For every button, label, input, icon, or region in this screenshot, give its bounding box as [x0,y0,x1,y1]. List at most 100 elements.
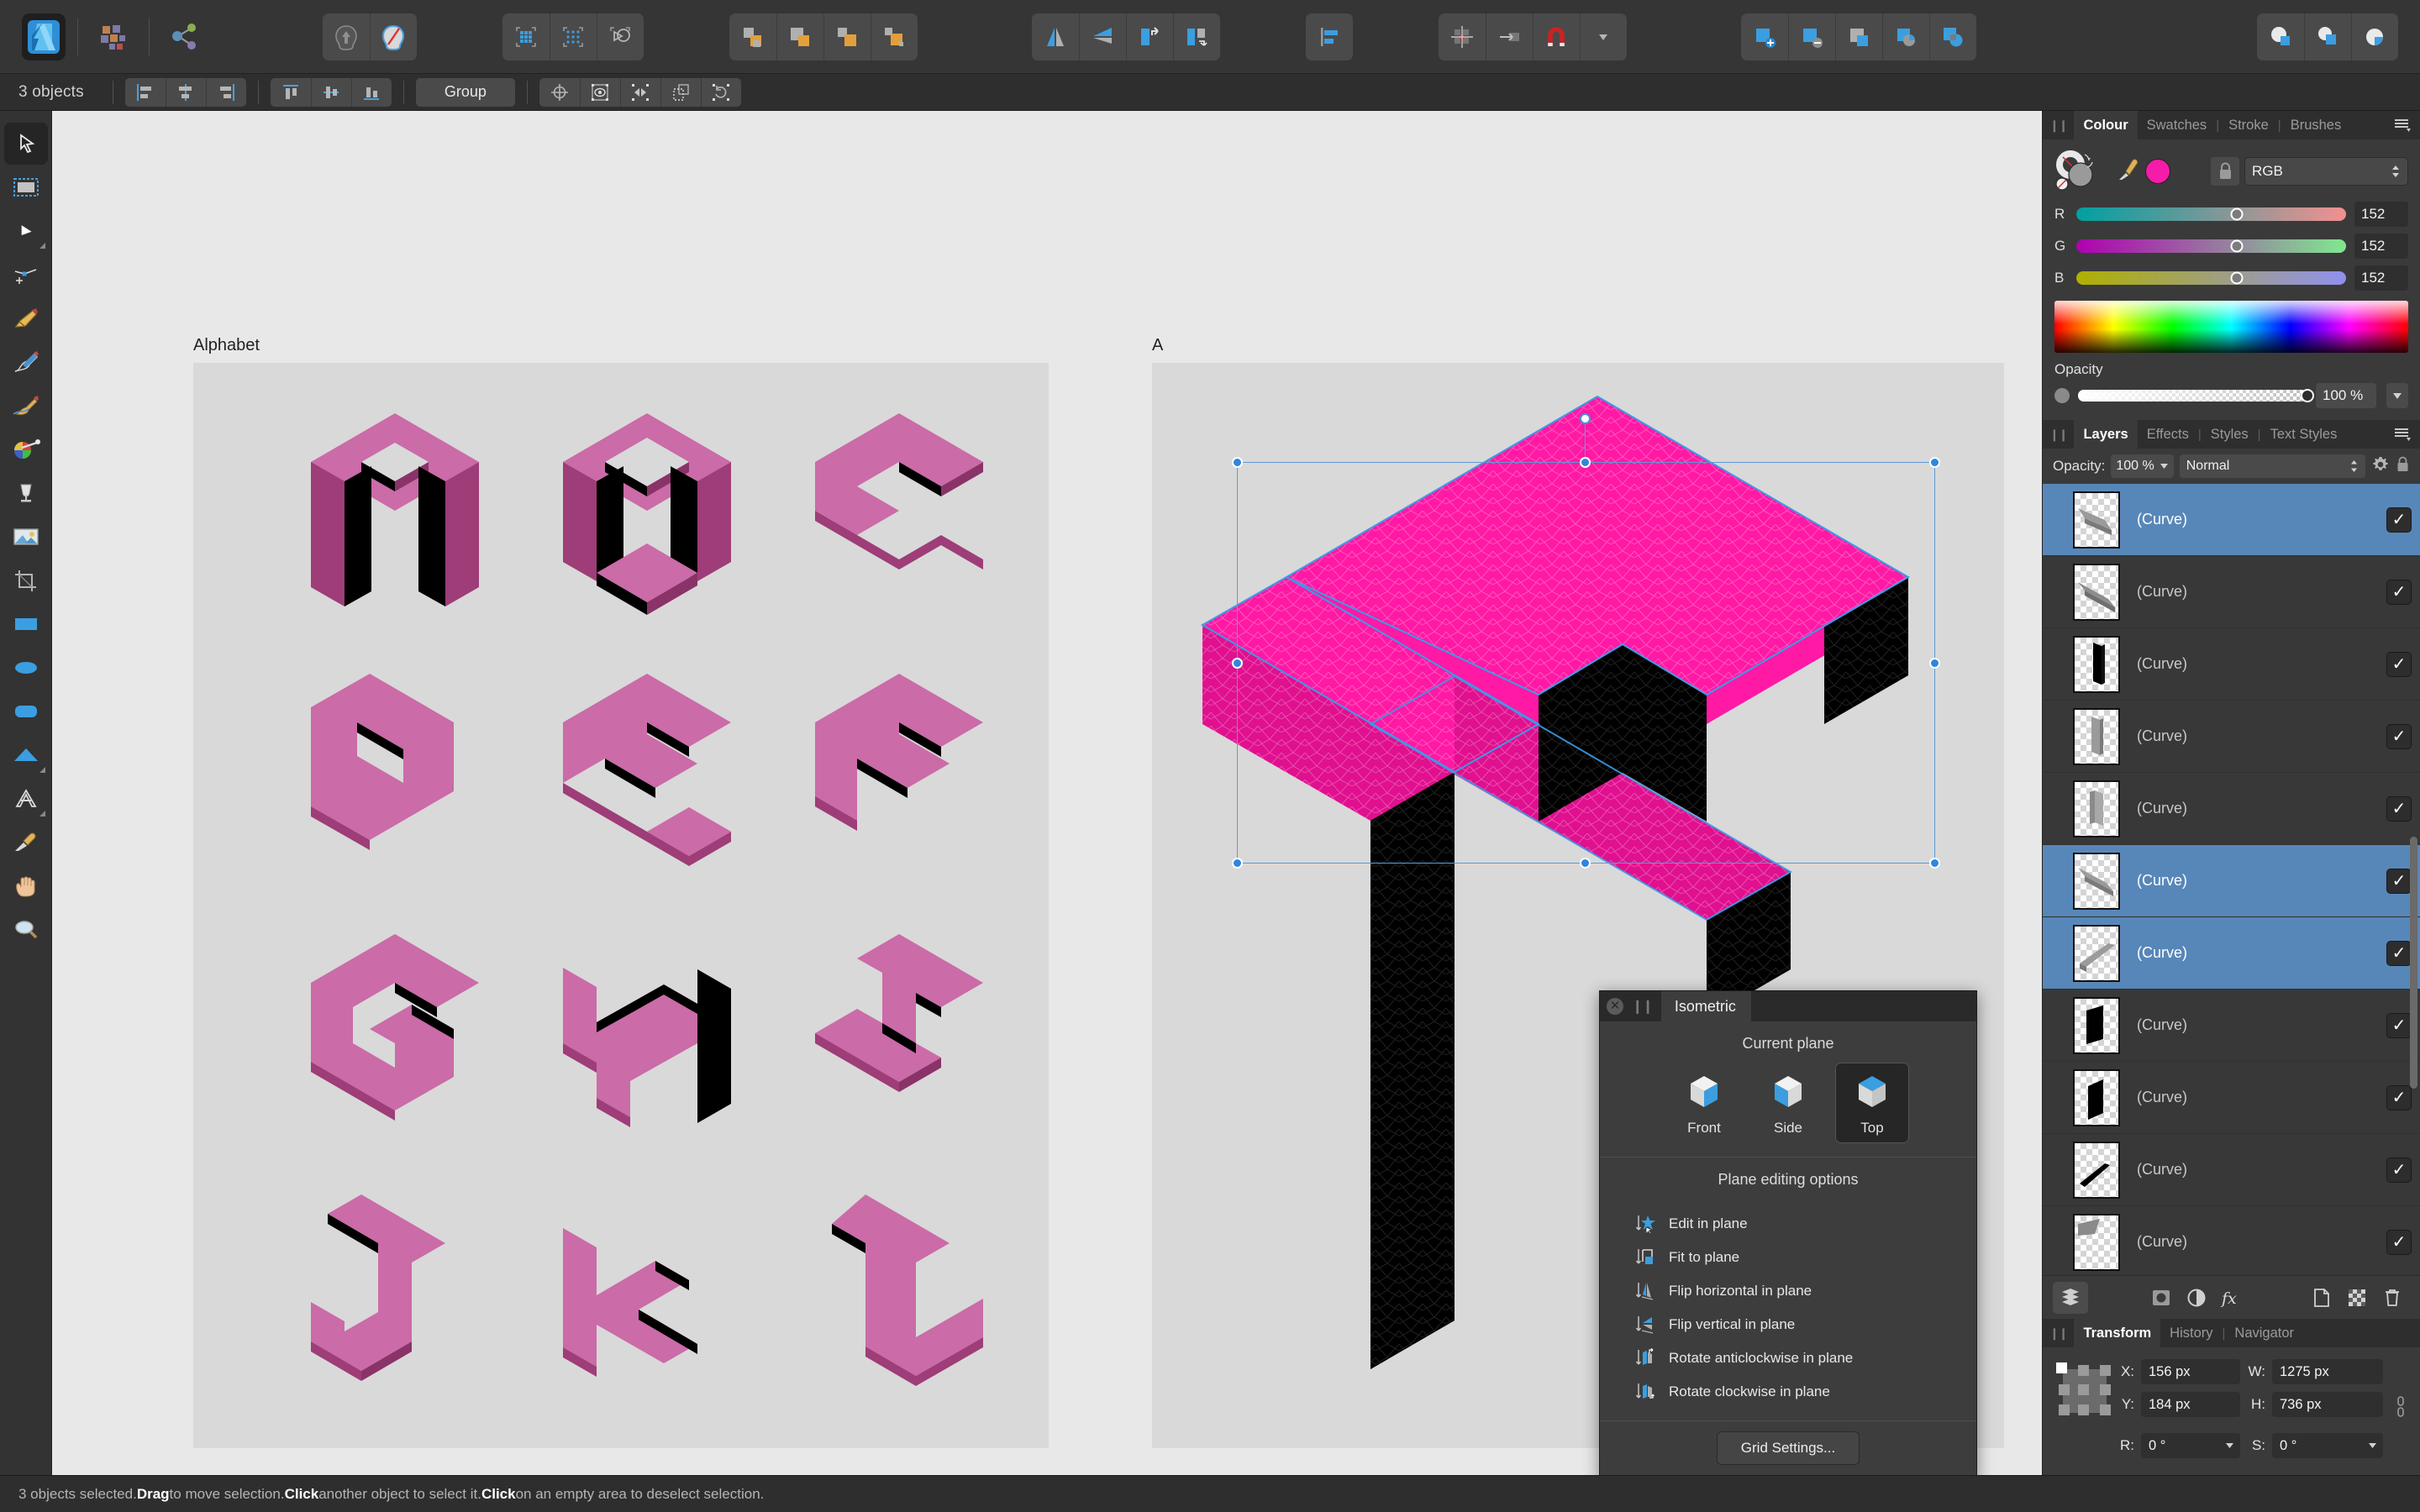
anchor-top-right[interactable] [2100,1365,2111,1376]
h-field[interactable]: 736 px [2272,1392,2383,1417]
mirror-button[interactable] [619,77,660,107]
layer-visibility-checkbox[interactable]: ✓ [2386,1157,2412,1183]
anchor-top-left[interactable] [2056,1362,2067,1373]
align-right-button[interactable] [205,77,246,107]
add-layer-button[interactable] [1741,13,1788,60]
fit-to-plane-option[interactable]: Fit to plane [1600,1241,1976,1274]
flip-vertical-in-plane-option[interactable]: Flip vertical in plane [1600,1308,1976,1341]
ellipse-tool[interactable] [4,647,48,689]
tab-colour[interactable]: Colour [2074,111,2138,139]
triangle-tool[interactable] [4,734,48,776]
effects-button[interactable]: fx [2214,1282,2249,1314]
expand-stroke-button[interactable] [323,13,370,60]
layer-visibility-checkbox[interactable]: ✓ [2386,795,2412,822]
layer-visibility-checkbox[interactable]: ✓ [2386,651,2412,677]
channel-g-slider[interactable] [2076,239,2346,253]
geometry-button[interactable] [597,13,644,60]
layer-visibility-checkbox[interactable]: ✓ [2386,507,2412,533]
y-field[interactable]: 184 px [2141,1392,2240,1417]
live-filter-button[interactable] [2179,1282,2214,1314]
layer-visibility-checkbox[interactable]: ✓ [2386,579,2412,605]
rotate-clockwise-in-plane-option[interactable]: Rotate clockwise in plane [1600,1375,1976,1409]
plane-top[interactable]: Top [1835,1063,1909,1143]
rotate-anticlockwise-in-plane-option[interactable]: Rotate anticlockwise in plane [1600,1341,1976,1375]
pencil-tool[interactable] [4,341,48,383]
artboard-alphabet[interactable] [193,363,1049,1448]
plane-side[interactable]: Side [1751,1063,1825,1143]
handle-bottom-left[interactable] [1232,858,1243,869]
flip-vertical-button[interactable] [1079,13,1126,60]
anchor-middle-right[interactable] [2100,1384,2111,1395]
snapping-candidates-button[interactable] [1439,13,1486,60]
table-row[interactable]: (Curve) ✓ [2043,556,2420,628]
zoom-tool[interactable] [4,909,48,951]
anchor-bottom-left[interactable] [2059,1404,2070,1415]
handle-top-left[interactable] [1232,457,1243,468]
table-row[interactable]: (Curve) ✓ [2043,628,2420,701]
colour-picker-button[interactable] [2117,157,2142,186]
transparency-tool[interactable] [4,472,48,514]
w-field[interactable]: 1275 px [2272,1359,2383,1384]
anchor-middle-left[interactable] [2059,1384,2070,1395]
intersect-button[interactable] [823,13,871,60]
snapping-move-button[interactable] [1486,13,1533,60]
layers-scrollbar[interactable] [2410,837,2417,1089]
handle-top-right[interactable] [1929,457,1940,468]
table-row[interactable]: (Curve) ✓ [2043,773,2420,845]
flip-horizontal-in-plane-option[interactable]: Flip horizontal in plane [1600,1274,1976,1308]
reset-transform-button[interactable] [700,77,741,107]
tab-history[interactable]: History [2160,1319,2222,1347]
add-button[interactable] [729,13,776,60]
shear-field[interactable]: 0 ° [2272,1433,2383,1458]
tab-styles[interactable]: Styles [2202,420,2258,449]
transform-origin-button[interactable] [539,77,580,107]
alignment-button[interactable] [1306,13,1353,60]
panel-grip-icon[interactable]: ❙❙ [1632,998,1654,1015]
rotation-field[interactable]: 0 ° [2141,1433,2240,1458]
opacity-knob[interactable] [2301,389,2314,402]
isometric-panel-tab[interactable]: Isometric [1660,991,1751,1021]
table-row[interactable]: (Curve) ✓ [2043,484,2420,556]
tab-transform[interactable]: Transform [2074,1319,2161,1347]
add-layer-button-footer[interactable] [2304,1282,2339,1314]
layer-visibility-checkbox[interactable]: ✓ [2386,723,2412,749]
snap-to-grid-button[interactable] [550,13,597,60]
merge-layer-button[interactable] [1929,13,1976,60]
channel-b-value[interactable]: 152 [2354,265,2408,291]
layer-visibility-checkbox[interactable]: ✓ [2386,1084,2412,1110]
colour-spectrum[interactable] [2054,301,2408,353]
align-top-button[interactable] [270,77,311,107]
rectangle-tool[interactable] [4,603,48,645]
show-grid-button[interactable] [502,13,550,60]
node-tool[interactable] [4,210,48,252]
layers-lock-button[interactable] [2396,456,2410,477]
compound-add-button[interactable] [2257,13,2304,60]
handle-middle-left[interactable] [1232,658,1243,669]
blend-mode-select[interactable]: Normal [2179,454,2365,478]
close-icon[interactable]: ✕ [1607,998,1623,1015]
show-handles-button[interactable] [579,77,620,107]
handle-bottom-center[interactable] [1580,858,1591,869]
panel-grip-icon-transform[interactable]: ❙❙ [2043,1319,2074,1347]
layer-visibility-checkbox[interactable]: ✓ [2386,940,2412,966]
subtract-button[interactable] [776,13,823,60]
table-row[interactable]: (Curve) ✓ [2043,845,2420,917]
channel-g-knob[interactable] [2230,239,2244,253]
remove-layer-button[interactable] [1788,13,1835,60]
layers-list[interactable]: (Curve) ✓ (Curve) ✓ (Curve) ✓ (Curve) ✓ … [2043,484,2420,1275]
align-middle-button[interactable] [310,77,351,107]
align-bottom-button[interactable] [350,77,392,107]
chain-link-icon[interactable] [2395,1394,2407,1424]
opacity-value[interactable]: 100 % [2316,383,2376,408]
clip-layer-button[interactable] [1882,13,1929,60]
vector-brush-tool[interactable] [4,385,48,427]
colour-panel-menu-button[interactable] [2393,111,2420,139]
anchor-bottom-right[interactable] [2100,1404,2111,1415]
grid-settings-button[interactable]: Grid Settings... [1716,1431,1860,1465]
tab-text-styles[interactable]: Text Styles [2261,420,2347,449]
opacity-slider[interactable] [2078,389,2314,402]
fill-stroke-selector[interactable] [2054,150,2102,193]
artistic-text-tool[interactable] [4,778,48,820]
colour-picker-tool[interactable] [4,822,48,864]
table-row[interactable]: (Curve) ✓ [2043,1062,2420,1134]
